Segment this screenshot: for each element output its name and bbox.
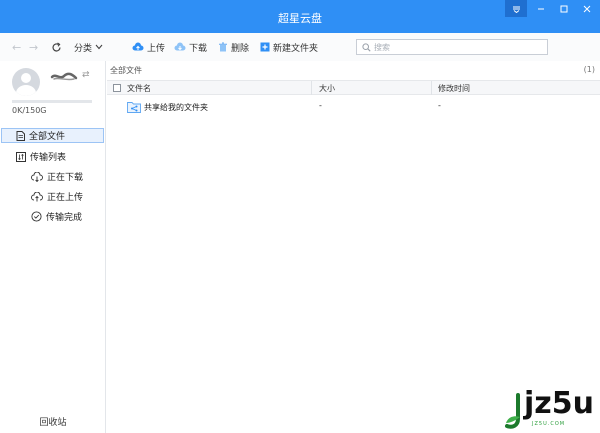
sidebar: ⇄ 0K/150G 全部文件 传输列表 正在下载 正在上传 传输完成 回收站: [0, 61, 106, 433]
column-divider[interactable]: [311, 81, 312, 95]
close-icon: [583, 5, 591, 12]
watermark-text: jz5u: [524, 386, 594, 421]
table-header: 文件名 大小 修改时间: [107, 80, 600, 95]
search-placeholder: 搜索: [374, 42, 390, 52]
shared-folder-icon: [127, 102, 141, 113]
file-count: (1): [583, 65, 595, 74]
column-header-size[interactable]: 大小: [319, 83, 335, 94]
menu-button[interactable]: [505, 0, 527, 17]
transfer-icon: [16, 151, 26, 162]
cloud-upload-icon: [31, 191, 43, 201]
column-header-modified[interactable]: 修改时间: [438, 83, 470, 94]
upload-label: 上传: [147, 43, 166, 54]
forward-button[interactable]: →: [29, 40, 38, 54]
arrow-right-icon: →: [29, 40, 39, 54]
quota-text: 0K/150G: [12, 106, 47, 115]
trash-icon: [219, 42, 227, 52]
sidebar-item-completed[interactable]: 传输完成: [31, 209, 82, 224]
download-label: 下载: [189, 43, 208, 54]
search-icon: [362, 42, 371, 52]
sidebar-item-uploading[interactable]: 正在上传: [31, 189, 83, 204]
download-button[interactable]: 下载: [174, 40, 207, 54]
breadcrumb: 全部文件: [110, 66, 142, 75]
watermark-subtext: JZ5U.COM: [532, 421, 566, 427]
sidebar-item-label: 全部文件: [29, 132, 66, 142]
toolbar: ← → 分类 上传 下载 删除 新建文件夹 搜索: [0, 33, 600, 61]
sidebar-item-transfer-list[interactable]: 传输列表: [16, 149, 66, 164]
column-header-name[interactable]: 文件名: [127, 83, 151, 94]
maximize-button[interactable]: [553, 0, 575, 17]
close-button[interactable]: [576, 0, 598, 17]
document-icon: [16, 130, 25, 141]
sidebar-item-label: 传输完成: [46, 213, 83, 223]
new-folder-icon: [260, 42, 270, 52]
cloud-download-icon: [174, 42, 186, 51]
file-modified: -: [438, 101, 441, 110]
sidebar-item-downloading[interactable]: 正在下载: [31, 169, 83, 184]
new-folder-button[interactable]: 新建文件夹: [260, 40, 318, 54]
refresh-button[interactable]: [51, 40, 62, 54]
check-circle-icon: [31, 211, 42, 222]
sidebar-item-label: 正在下载: [47, 173, 84, 183]
table-row[interactable]: 共享给我的文件夹 - -: [107, 99, 600, 114]
sidebar-item-label: 正在上传: [47, 193, 84, 203]
maximize-icon: [560, 5, 568, 12]
refresh-icon: [52, 42, 61, 51]
search-input[interactable]: 搜索: [356, 39, 548, 55]
watermark-logo: jz5u JZ5U.COM: [502, 386, 598, 430]
title-bar: 超星云盘: [0, 0, 600, 33]
cloud-upload-icon: [132, 42, 144, 51]
new-folder-label: 新建文件夹: [273, 43, 319, 54]
file-panel: 全部文件 (1) 文件名 大小 修改时间 共享给我的文件夹 - -: [107, 61, 600, 433]
delete-button[interactable]: 删除: [218, 40, 249, 54]
minimize-button[interactable]: [530, 0, 552, 17]
delete-label: 删除: [231, 43, 250, 54]
switch-account-icon[interactable]: ⇄: [82, 70, 90, 80]
avatar[interactable]: [12, 68, 40, 96]
recycle-bin-link[interactable]: 回收站: [0, 415, 106, 428]
category-dropdown[interactable]: 分类: [74, 40, 103, 54]
menu-icon: [512, 6, 520, 13]
arrow-left-icon: ←: [12, 40, 22, 54]
file-name: 共享给我的文件夹: [144, 102, 208, 112]
app-window: 超星云盘 ← → 分类 上传 下载 删除 新建文件夹 搜索 ⇄ 0K/150G …: [0, 0, 600, 433]
upload-button[interactable]: 上传: [132, 40, 165, 54]
column-divider[interactable]: [431, 81, 432, 95]
chevron-down-icon: [95, 44, 103, 50]
quota-bar: [12, 100, 92, 103]
file-size: -: [319, 101, 322, 110]
file-name-cell[interactable]: 共享给我的文件夹: [127, 101, 208, 113]
back-button[interactable]: ←: [12, 40, 21, 54]
sidebar-item-label: 传输列表: [30, 153, 67, 163]
select-all-checkbox[interactable]: [113, 84, 121, 92]
minimize-icon: [538, 8, 544, 9]
sidebar-item-all-files[interactable]: 全部文件: [1, 128, 104, 143]
category-label: 分类: [74, 43, 93, 54]
username-scribble-icon: [50, 72, 78, 81]
cloud-download-icon: [31, 171, 43, 182]
